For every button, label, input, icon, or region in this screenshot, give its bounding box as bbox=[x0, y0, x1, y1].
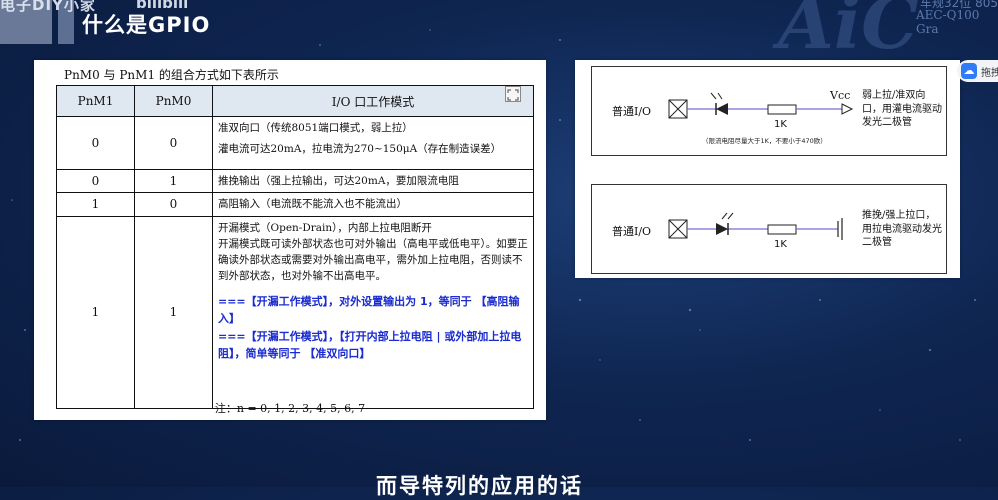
column-header: I/O 口工作模式 bbox=[212, 85, 534, 117]
column-header: PnM0 bbox=[134, 85, 213, 117]
page-title: 什么是GPIO bbox=[82, 13, 211, 37]
video-subtitle: 而导特列的应用的话 bbox=[376, 474, 583, 498]
mode-line: 准双向口（传统8051端口模式，弱上拉） bbox=[218, 122, 413, 134]
pnm0-cell: 0 bbox=[134, 192, 213, 217]
doc-caption: PnM0 与 PnM1 的组合方式如下表所示 bbox=[64, 68, 279, 82]
table-row: 1 0 高阻输入（电流既不能流入也不能流出） bbox=[56, 192, 534, 217]
table-row: 0 0 准双向口（传统8051端口模式，弱上拉） 灌电流可达20mA，拉电流为2… bbox=[56, 116, 534, 170]
mode-cell: 推挽输出（强上拉输出，可达20mA，要加限流电阻 bbox=[212, 168, 534, 194]
note-line: ===【开漏工作模式】，对外设置输出为 1，等同于 【高阻输入】 bbox=[218, 294, 520, 326]
sink-circuit: 普通I/O 1K Vcc （限流电阻尽量大于1K，不要小于470欧） 弱上拉/准… bbox=[591, 66, 947, 156]
column-header: PnM1 bbox=[56, 85, 135, 117]
mode-line: 开漏模式（Open-Drain），内部上拉电阻断开 bbox=[218, 221, 432, 234]
resistor-label: 1K bbox=[774, 119, 787, 130]
resistor-note: （限流电阻尽量大于1K，不要小于470欧） bbox=[702, 137, 827, 145]
doc-footnote: 注：n = 0, 1, 2, 3, 4, 5, 6, 7 bbox=[214, 402, 366, 415]
pnm1-cell: 1 bbox=[56, 215, 135, 409]
mode-table: PnM1 PnM0 I/O 口工作模式 0 0 准双向口（传统8051端口模式，… bbox=[56, 85, 534, 409]
share-label: 拖拽 bbox=[981, 68, 998, 79]
resistor-label: 1K bbox=[774, 239, 787, 250]
pnm1-cell: 0 bbox=[56, 116, 135, 170]
circuit-description: 推挽/强上拉口，用拉电流驱动发光二极管 bbox=[862, 210, 942, 248]
mode-line: 开漏模式既可读外部状态也可对外输出（高电平或低电平）。如要正确读外部状态或需要对… bbox=[218, 237, 528, 283]
gpio-mode-document: PnM0 与 PnM1 的组合方式如下表所示 PnM1 PnM0 I/O 口工作… bbox=[34, 60, 546, 420]
mode-cell: 准双向口（传统8051端口模式，弱上拉） 灌电流可达20mA，拉电流为270~1… bbox=[212, 116, 534, 170]
table-header-row: PnM1 PnM0 I/O 口工作模式 bbox=[56, 85, 534, 117]
source-circuit: 普通I/O 1K 推挽/强上拉口，用拉电流驱动发光二极管 bbox=[591, 184, 947, 274]
cloud-icon: ☁ bbox=[961, 63, 977, 79]
pnm0-cell: 0 bbox=[134, 116, 213, 170]
title-bar: 电子DIY小家 bilibili 什么是GPIO bbox=[0, 0, 280, 44]
expand-icon[interactable] bbox=[505, 86, 521, 102]
highlight-note: ===【开漏工作模式】，对外设置输出为 1，等同于 【高阻输入】 ===【开漏工… bbox=[218, 293, 528, 363]
pnm1-cell: 1 bbox=[56, 192, 135, 217]
note-line: ===【开漏工作模式】，【打开内部上拉电阻 | 或外部加上拉电阻】，简单等同于 … bbox=[218, 329, 522, 361]
pnm0-cell: 1 bbox=[134, 215, 213, 409]
mode-cell: 开漏模式（Open-Drain），内部上拉电阻断开 开漏模式既可读外部状态也可对… bbox=[212, 215, 534, 409]
watermark-sub: AEC-Q100 Gra bbox=[916, 8, 980, 36]
table-row: 1 1 开漏模式（Open-Drain），内部上拉电阻断开 开漏模式既可读外部状… bbox=[56, 215, 534, 409]
mode-line: 推挽输出（强上拉输出，可达20mA，要加限流电阻 bbox=[218, 175, 459, 187]
mode-line: 灌电流可达20mA，拉电流为270~150μA（存在制造误差） bbox=[218, 143, 502, 156]
mode-cell: 高阻输入（电流既不能流入也不能流出） bbox=[212, 192, 534, 217]
led-circuit-panel: 普通I/O 1K Vcc （限流电阻尽量大于1K，不要小于470欧） 弱上拉/准… bbox=[575, 60, 960, 278]
circuit-description: 弱上拉/准双向口，用灌电流驱动发光二极管 bbox=[862, 90, 942, 128]
mode-line: 高阻输入（电流既不能流入也不能流出） bbox=[218, 198, 407, 211]
table-row: 0 1 推挽输出（强上拉输出，可达20mA，要加限流电阻 bbox=[56, 168, 534, 194]
vcc-label: Vcc bbox=[830, 89, 851, 102]
aic-logo: AiC bbox=[778, 0, 919, 65]
floating-share-button[interactable]: ☁ 拖拽 bbox=[957, 60, 998, 82]
pnm1-cell: 0 bbox=[56, 168, 135, 194]
pnm0-cell: 1 bbox=[134, 168, 213, 194]
